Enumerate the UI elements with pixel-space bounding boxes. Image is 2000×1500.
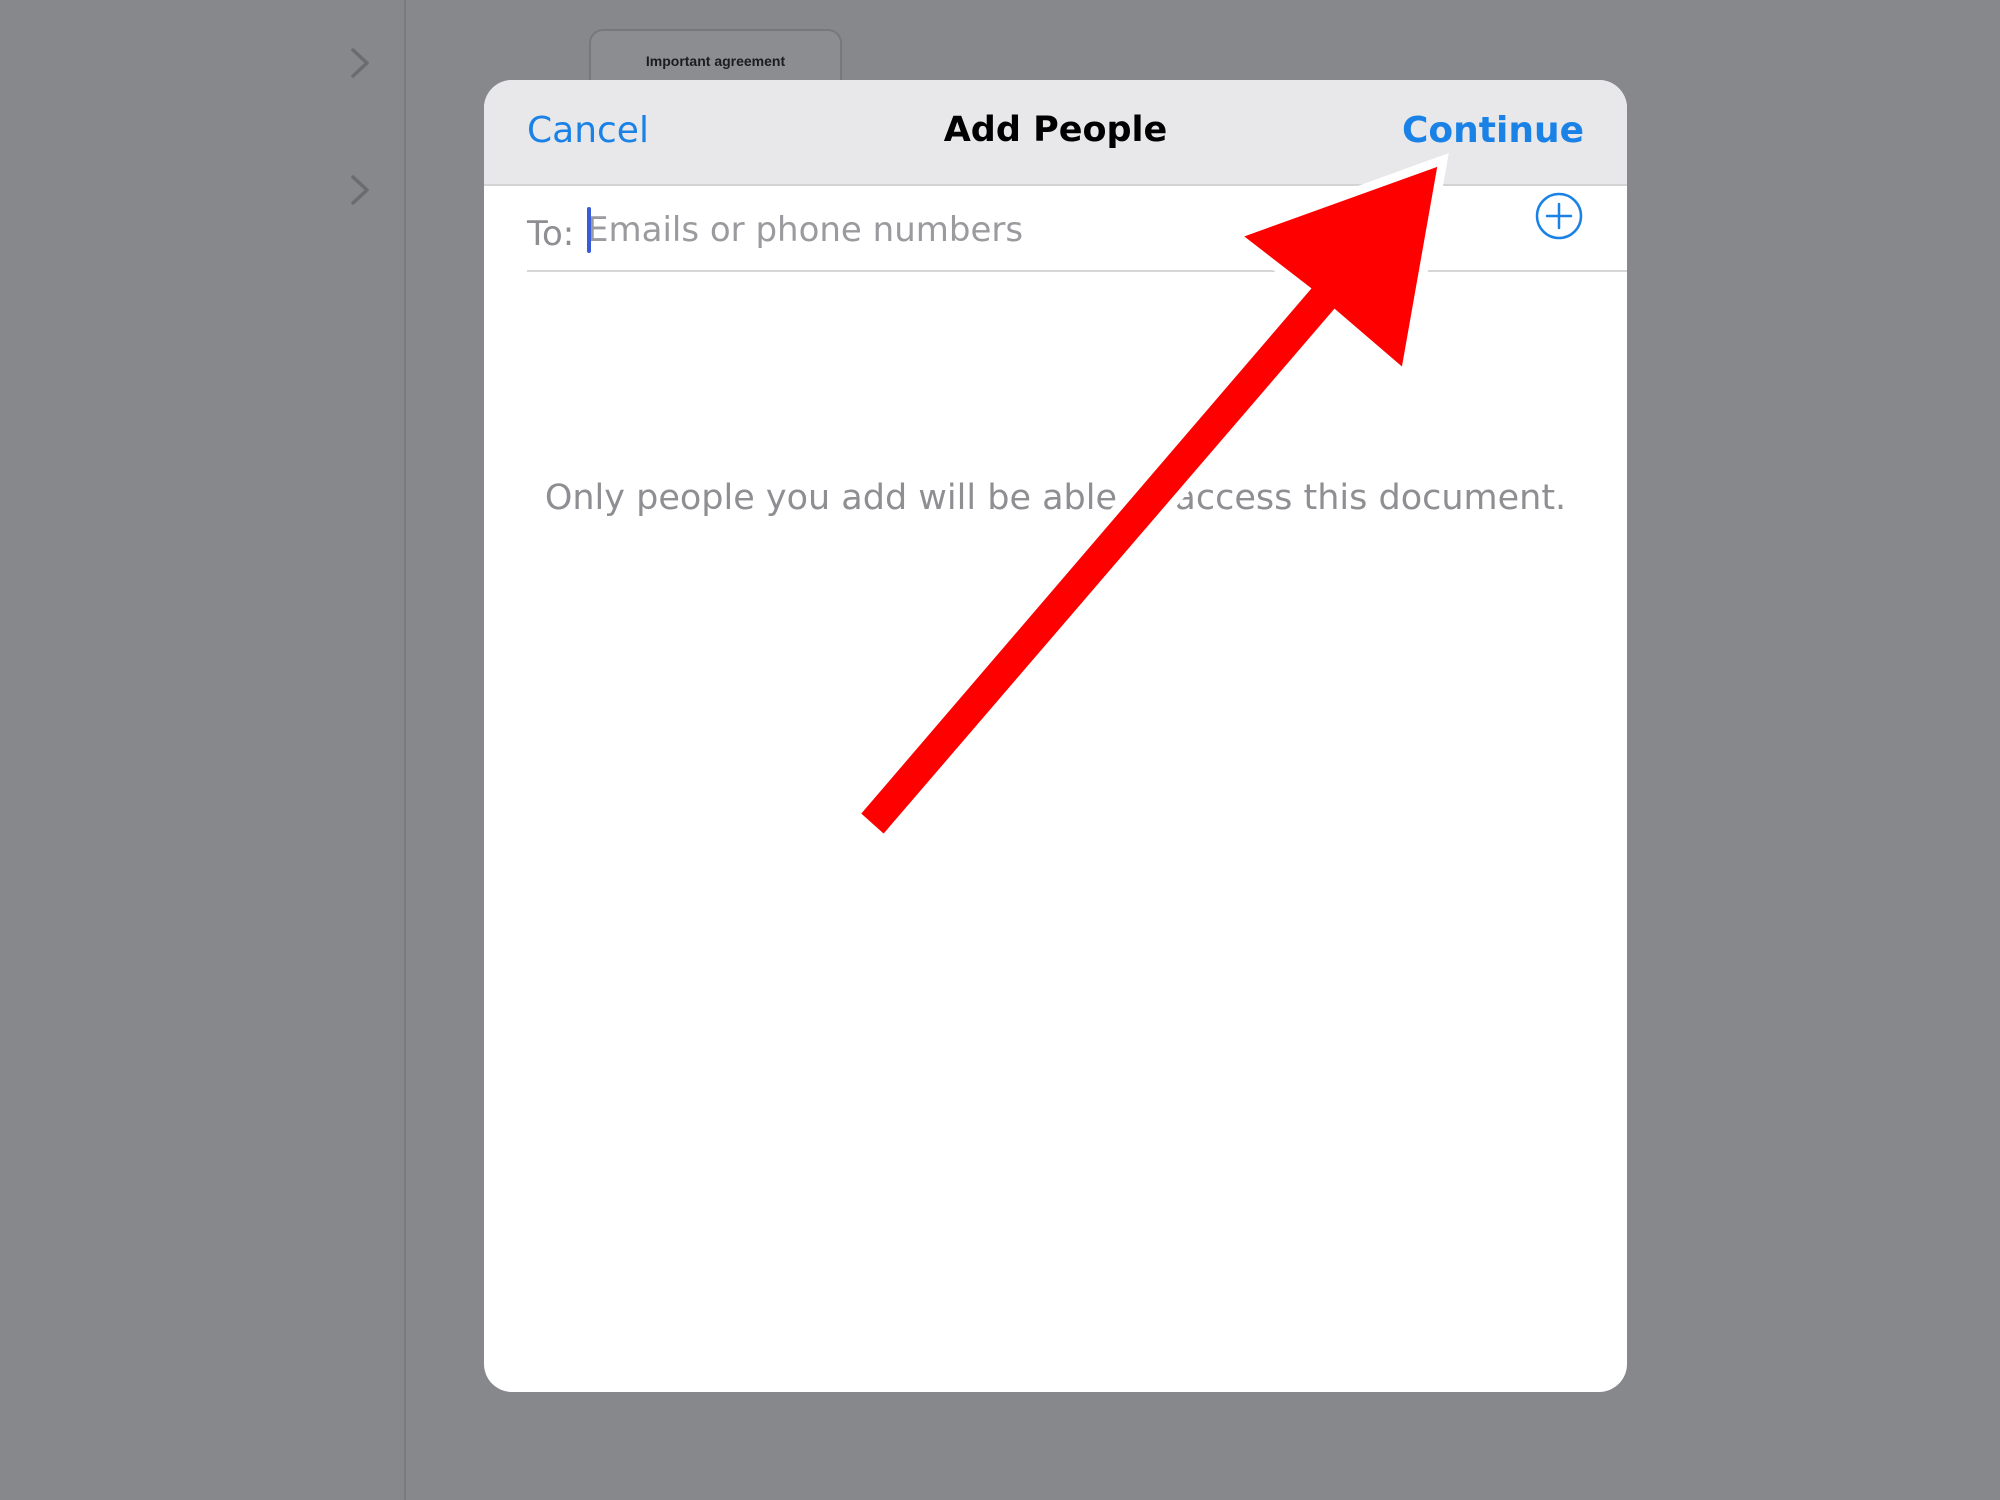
plus-circle-icon[interactable]: [1535, 192, 1583, 240]
access-hint: Only people you add will be able to acce…: [544, 478, 1567, 518]
sidebar-divider: [404, 0, 406, 1500]
recipients-input[interactable]: [587, 206, 1407, 254]
navigation-bar: Cancel Add People Continue: [484, 80, 1627, 186]
chevron-right-icon[interactable]: [348, 47, 372, 79]
chevron-right-icon[interactable]: [348, 174, 372, 206]
recipients-label: To:: [527, 214, 575, 254]
recipients-row: To:: [527, 186, 1627, 272]
cancel-button[interactable]: Cancel: [527, 110, 649, 151]
continue-button[interactable]: Continue: [1402, 110, 1584, 151]
document-thumbnail-title: Important agreement: [645, 53, 786, 69]
text-cursor: [587, 207, 591, 253]
add-people-sheet: Cancel Add People Continue To: Only peop…: [484, 80, 1627, 1392]
